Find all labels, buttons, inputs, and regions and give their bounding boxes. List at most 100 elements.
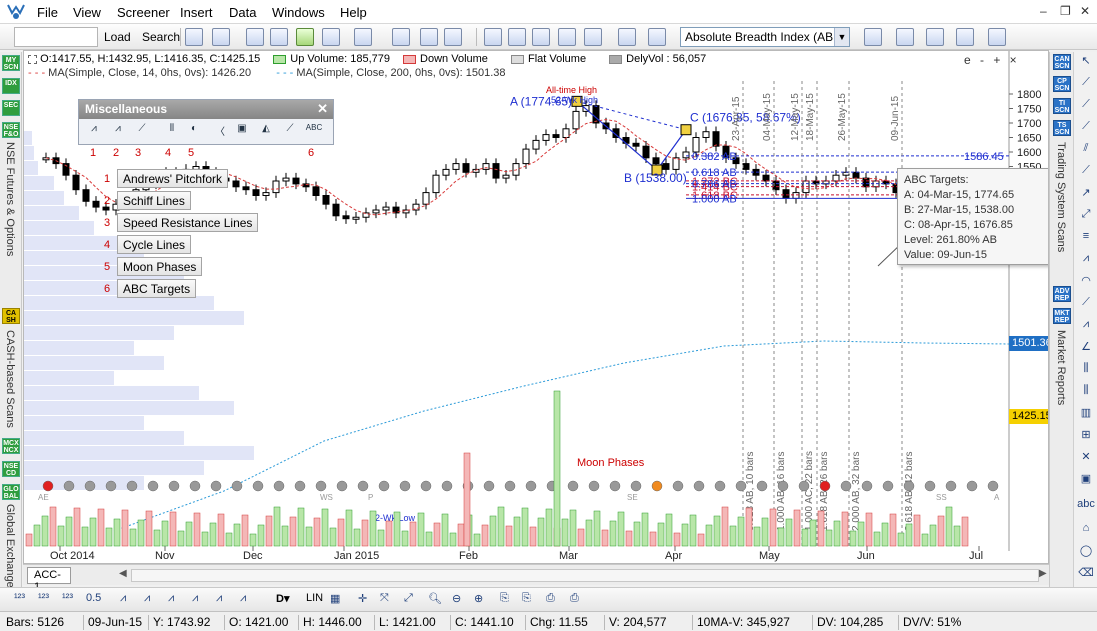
gann-icon[interactable]: ⟋ [1077,296,1095,312]
menu-view[interactable]: View [73,5,101,20]
menu-screener[interactable]: Screener [117,5,170,20]
vd-icon[interactable] [532,28,550,46]
line-tool-icon[interactable]: ⟋ [1077,76,1095,92]
wave-5-icon[interactable]: ⩘ [216,592,222,608]
dropdown-icon[interactable]: ▼ [834,28,849,46]
expand-icon[interactable]: ⤢ [404,592,413,608]
tab-scroll-right-icon[interactable]: ▶ [1039,568,1047,579]
symbol-input[interactable] [14,27,98,47]
sort-123-icon[interactable]: ¹²³ [14,592,25,608]
sort-desc-icon[interactable]: ¹²³ [62,592,73,608]
ellipse-icon[interactable]: ◯ [1077,544,1095,560]
indicator-select[interactable]: Absolute Breadth Index (ABI ▼ [680,27,850,47]
copy-icon[interactable]: ⎘ [500,592,509,608]
doc-icon[interactable]: ⎙ [546,592,555,608]
sidebar-label-cash[interactable]: CASH-based Scans [4,330,16,428]
menu-file[interactable]: File [37,5,58,20]
load-button[interactable]: Load [100,27,135,47]
tab-scroll-left-icon[interactable]: ◀ [119,568,127,579]
time-zones-icon[interactable]: ⫼ [1077,384,1095,400]
lin-button[interactable]: LIN [306,592,323,608]
cross-icon[interactable]: ✕ [1077,450,1095,466]
chart-type-icon[interactable] [185,28,203,46]
sidebar-btn-global[interactable]: GLO BAL [2,484,20,500]
right-label-market[interactable]: Market Reports [1055,330,1067,405]
menu-data[interactable]: Data [229,5,256,20]
layout-icon[interactable] [354,28,372,46]
wave-6-icon[interactable]: ⩘ [240,592,246,608]
search-button[interactable]: Search [138,27,184,47]
close-icon[interactable]: ✕ [317,101,328,117]
triangle-tool-icon[interactable]: ◭ [257,123,275,141]
trend-icon[interactable] [988,28,1006,46]
volume-icon[interactable] [508,28,526,46]
dw-icon[interactable] [296,28,314,46]
schiff-icon[interactable]: ⩘ [109,123,127,141]
text-tool-icon[interactable]: abc [1077,498,1095,514]
cycle-icon[interactable]: ⫼ [1077,362,1095,378]
chart-panel[interactable]: 1800175017001650160015501500145014001350… [23,50,1049,564]
cursor-icon[interactable]: ↖ [1077,54,1095,70]
pivot-icon[interactable] [896,28,914,46]
sidebar-label-nse[interactable]: NSE Futures & Options [4,142,16,256]
right-btn-ts-scn[interactable]: TS SCN [1053,120,1071,136]
speed-resistance-button[interactable]: Speed Resistance Lines [117,213,259,232]
regression-icon[interactable]: ⤢ [1077,208,1095,224]
sidebar-btn-nse-cd[interactable]: NSE CD [2,461,20,477]
schiff-lines-button[interactable]: Schiff Lines [117,191,191,210]
ma-icon[interactable] [618,28,636,46]
sidebar-label-global[interactable]: Global Exchanges [4,504,16,593]
export-icon[interactable] [270,28,288,46]
panel-controls[interactable]: e - + × [964,53,1020,67]
erase-icon[interactable]: ⌫ [1077,566,1095,582]
indicator-icon[interactable] [322,28,340,46]
fan-icon[interactable]: ⩘ [1077,252,1095,268]
arc-icon[interactable]: ◠ [1077,274,1095,290]
abc-icon[interactable]: ABC [305,123,323,141]
52wk-icon[interactable] [558,28,576,46]
arrow-line-icon[interactable]: ↗ [1077,186,1095,202]
paste-icon[interactable]: ⎘ [522,592,531,608]
period-icon[interactable] [484,28,502,46]
tab-acc[interactable]: ACC-1 [27,567,71,593]
right-btn-adv-rep[interactable]: ADV REP [1053,286,1071,302]
grid-tool-icon[interactable]: ⊞ [1077,428,1095,444]
andrews-pitchfork-button[interactable]: Andrews' Pitchfork [117,169,228,188]
bars-icon[interactable] [584,28,602,46]
sort-num-icon[interactable]: 0.5 [86,592,101,608]
pitchfork-icon[interactable]: ⩘ [85,123,103,141]
grid-icon[interactable]: ▦ [330,592,340,608]
compare-icon[interactable] [648,28,666,46]
pdf-icon[interactable]: ⎙ [570,592,579,608]
right-btn-can-scn[interactable]: CAN SCN [1053,54,1071,70]
minimize-icon[interactable]: ‒ [1040,4,1047,18]
settings-icon[interactable] [926,28,944,46]
monitor-icon[interactable] [444,28,462,46]
bars-tool-icon[interactable]: ▥ [1077,406,1095,422]
close-window-icon[interactable]: ✕ [1080,4,1090,18]
tag-icon[interactable]: ⌂ [1077,522,1095,538]
fit-icon[interactable]: ⤧ [380,592,389,608]
abc-targets-button[interactable]: ABC Targets [117,279,197,298]
wedge-tool-icon[interactable]: ⟋ [281,123,299,141]
wave-2-icon[interactable]: ⩘ [144,592,150,608]
moon-icon[interactable]: ◐ [185,123,203,141]
zoom-in-icon[interactable]: ⊕ [474,592,483,608]
sidebar-btn-sec[interactable]: SEC [2,100,20,116]
wave-1-icon[interactable]: ⩘ [120,592,126,608]
crosshair-icon[interactable]: ✛ [358,592,367,608]
sidebar-btn-idx[interactable]: IDX [2,78,20,94]
sidebar-btn-my[interactable]: MY SCN [2,55,20,71]
box-icon[interactable]: ▣ [1077,472,1095,488]
menu-help[interactable]: Help [340,5,367,20]
sort-abc-icon[interactable]: ¹²³ [38,592,49,608]
menu-windows[interactable]: Windows [272,5,325,20]
arc-tool-icon[interactable]: 〈 [211,123,229,141]
speed-icon[interactable]: ⩘ [1077,318,1095,334]
tab-scrollbar[interactable] [131,569,1039,582]
zoom-icon[interactable]: 🔍︎ [428,592,442,608]
globe-icon[interactable] [420,28,438,46]
save-icon[interactable] [212,28,230,46]
trendline-icon[interactable]: ⟋ [1077,98,1095,114]
right-btn-mkt-rep[interactable]: MKT REP [1053,308,1071,324]
